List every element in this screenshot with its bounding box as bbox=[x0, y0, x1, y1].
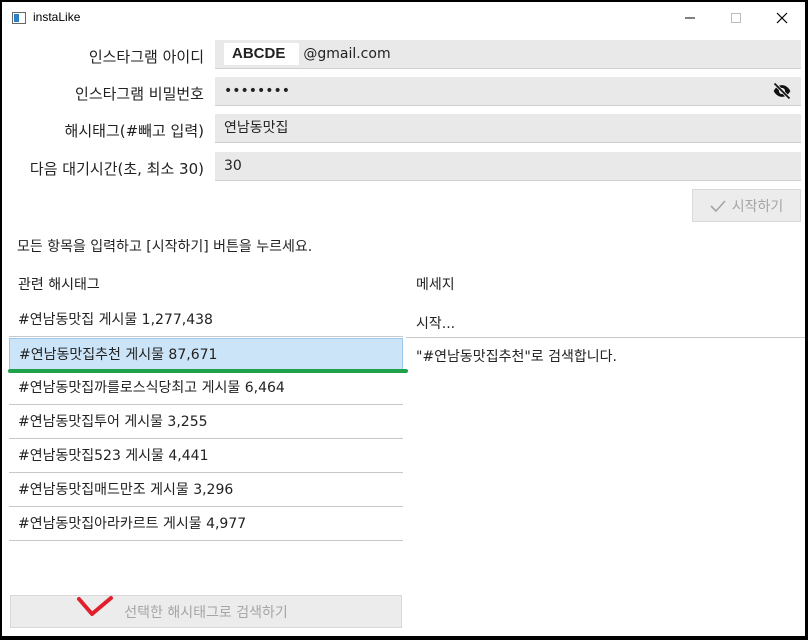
password-label: 인스타그램 비밀번호 bbox=[75, 85, 204, 103]
password-value: •••••••• bbox=[224, 83, 291, 99]
maximize-button[interactable] bbox=[713, 2, 759, 34]
id-suffix: @gmail.com bbox=[303, 46, 391, 62]
password-input[interactable]: •••••••• bbox=[215, 77, 801, 106]
hashtag-list-item[interactable]: #연남동맛집매드만조 게시물 3,296 bbox=[9, 474, 403, 507]
hashtag-list-item[interactable]: #연남동맛집아라카르트 게시물 4,977 bbox=[9, 508, 403, 541]
hashtag-input[interactable]: 연남동맛집 bbox=[215, 114, 801, 143]
start-button-label: 시작하기 bbox=[731, 198, 784, 215]
hashtag-label: 해시태그(#빼고 입력) bbox=[64, 122, 204, 140]
minimize-icon bbox=[685, 17, 695, 19]
related-hashtag-list: #연남동맛집 게시물 1,277,438 #연남동맛집추천 게시물 87,671… bbox=[9, 304, 403, 542]
maximize-icon bbox=[731, 13, 741, 23]
hashtag-list-item[interactable]: #연남동맛집까를로스식당최고 게시물 6,464 bbox=[9, 372, 403, 405]
instruction-text: 모든 항목을 입력하고 [시작하기] 버튼을 누르세요. bbox=[17, 239, 313, 255]
red-checkmark-icon bbox=[77, 596, 113, 616]
id-input[interactable]: ABCDE @gmail.com bbox=[215, 40, 801, 69]
close-button[interactable] bbox=[759, 2, 805, 34]
message-status: 시작... bbox=[416, 316, 456, 332]
start-button[interactable]: 시작하기 bbox=[692, 189, 801, 222]
id-redacted-box: ABCDE bbox=[224, 43, 300, 65]
search-button-label: 선택한 해시태그로 검색하기 bbox=[124, 604, 288, 621]
hashtag-list-item[interactable]: #연남동맛집 게시물 1,277,438 bbox=[9, 304, 403, 337]
hashtag-list-item-selected[interactable]: #연남동맛집추천 게시물 87,671 bbox=[9, 338, 403, 371]
window-title: instaLike bbox=[33, 10, 81, 24]
hide-password-icon[interactable] bbox=[771, 81, 793, 101]
related-hashtags-header: 관련 해시태그 bbox=[18, 277, 100, 293]
messages-header: 메세지 bbox=[416, 277, 455, 293]
message-log-text: "#연남동맛집추천"로 검색합니다. bbox=[416, 349, 617, 365]
wait-time-label: 다음 대기시간(초, 최소 30) bbox=[29, 160, 204, 178]
close-icon bbox=[776, 12, 788, 24]
title-bar: instaLike bbox=[2, 2, 805, 34]
id-label: 인스타그램 아이디 bbox=[88, 48, 204, 66]
search-selected-hashtag-button[interactable]: 선택한 해시태그로 검색하기 bbox=[10, 595, 402, 628]
app-window: instaLike 인스타그램 아이디 ABCDE @gmail.com 인스타그… bbox=[2, 2, 805, 636]
green-underline-annotation bbox=[8, 369, 408, 373]
message-divider bbox=[406, 337, 805, 338]
checkmark-icon bbox=[710, 199, 726, 212]
minimize-button[interactable] bbox=[667, 2, 713, 34]
wait-time-input[interactable]: 30 bbox=[215, 152, 801, 181]
app-icon bbox=[12, 12, 26, 24]
hashtag-list-item[interactable]: #연남동맛집투어 게시물 3,255 bbox=[9, 406, 403, 439]
hashtag-list-item[interactable]: #연남동맛집523 게시물 4,441 bbox=[9, 440, 403, 473]
